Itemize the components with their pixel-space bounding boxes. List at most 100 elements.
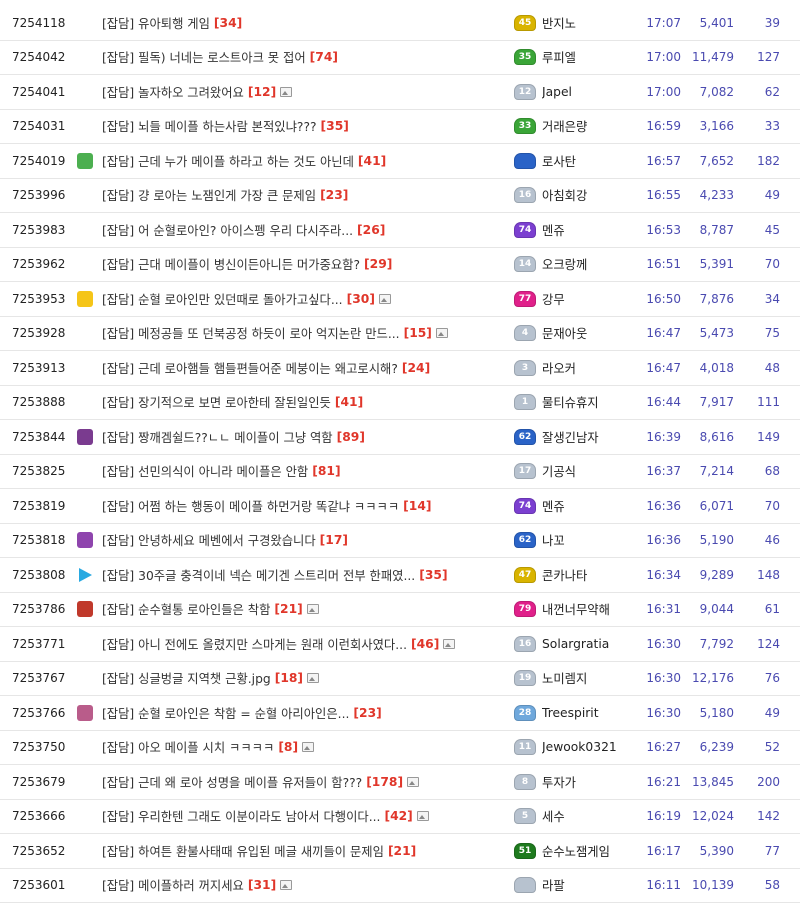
table-row[interactable]: 7254019[잡담] 근데 누가 메이플 하라고 하는 것도 아닌데[41]로… [0,144,800,179]
author-nickname[interactable]: 잘생긴남자 [542,420,642,454]
post-title-link[interactable]: [잡담] 하여튼 환불사태때 유입된 메글 새끼들이 문제임 [102,842,384,860]
comment-count[interactable]: [26] [357,223,385,237]
comment-count[interactable]: [46] [411,637,439,651]
post-title-cell[interactable]: [잡담] 짱깨겜쉴드??ㄴㄴ 메이플이 그냥 역함 [89] [102,420,500,454]
post-title-link[interactable]: [잡담] 근데 누가 메이플 하라고 하는 것도 아닌데 [102,152,354,170]
post-title-cell[interactable]: [잡담] 어 순혈로아인? 아이스펭 우리 다시주라...[26] [102,213,500,247]
post-title-link[interactable]: [잡담] 순혈 로아인만 있던때로 돌아가고싶다... [102,290,343,308]
post-title-cell[interactable]: [잡담] 우리한텐 그래도 이분이라도 남아서 다행이다... [42] [102,800,500,834]
post-title-link[interactable]: [잡담] 근데 로아햄들 햄들편들어준 메붕이는 왜고로시해? [102,359,398,377]
author-nickname[interactable]: 오크랑께 [542,248,642,282]
post-title-cell[interactable]: [잡담] 유아퇴행 게임 [34] [102,6,500,40]
comment-count[interactable]: [42] [384,809,412,823]
table-row[interactable]: 7253953[잡담] 순혈 로아인만 있던때로 돌아가고싶다...[30]77… [0,282,800,317]
author-nickname[interactable]: 물티슈휴지 [542,386,642,420]
comment-count[interactable]: [8] [278,740,298,754]
table-row[interactable]: 7253819[잡담] 어쩜 하는 행동이 메이플 하먼거랑 똑같냐 ㅋㅋㅋㅋ[… [0,489,800,524]
comment-count[interactable]: [41] [358,154,386,168]
post-title-cell[interactable]: [잡담] 근데 왜 로아 성명을 메이플 유저들이 함??? [178] [102,765,500,799]
author-nickname[interactable]: 루피엘 [542,41,642,75]
table-row[interactable]: 7253771[잡담] 아니 전에도 올렸지만 스마게는 원래 이런회사였다..… [0,627,800,662]
post-title-cell[interactable]: [잡담] 아오 메이플 시치 ㅋㅋㅋㅋ [8] [102,731,500,765]
post-title-cell[interactable]: [잡담] 싱글벙글 지역챗 근황.jpg [18] [102,662,500,696]
comment-count[interactable]: [178] [366,775,403,789]
author-nickname[interactable]: 아침회강 [542,179,642,213]
post-title-link[interactable]: [잡담] 짱깨겜쉴드??ㄴㄴ 메이플이 그냥 역함 [102,428,333,446]
table-row[interactable]: 7254118[잡담] 유아퇴행 게임[34]45반지노17:075,40139 [0,6,800,41]
comment-count[interactable]: [17] [320,533,348,547]
table-row[interactable]: 7253766[잡담] 순혈 로아인은 착함 = 순혈 아리아인은...[23]… [0,696,800,731]
table-row[interactable]: 7254031[잡담] 뇌들 메이플 하는사람 본적있냐???[35]33거래은… [0,110,800,145]
author-nickname[interactable]: 내껀너무약해 [542,593,642,627]
table-row[interactable]: 7253750[잡담] 아오 메이플 시치 ㅋㅋㅋㅋ[8]11Jewook032… [0,731,800,766]
comment-count[interactable]: [34] [214,16,242,30]
author-nickname[interactable]: 기공식 [542,455,642,489]
comment-count[interactable]: [24] [402,361,430,375]
post-title-cell[interactable]: [잡담] 장기적으로 보면 로아한테 잘된일인듯 [41] [102,386,500,420]
post-title-cell[interactable]: [잡담] 30주글 충격이네 넥슨 메기겐 스트리머 전부 한패였... [35] [102,558,500,592]
post-title-link[interactable]: [잡담] 메정공들 또 던북공정 하듯이 로아 억지논란 만드... [102,324,400,342]
table-row[interactable]: 7253601[잡담] 메이플하러 꺼지세요[31]라팔16:1110,1395… [0,869,800,903]
post-title-cell[interactable]: [잡담] 필독) 너네는 로스트아크 못 접어 [74] [102,41,500,75]
post-title-link[interactable]: [잡담] 안녕하세요 메벤에서 구경왔습니다 [102,531,316,549]
author-nickname[interactable]: 강무 [542,282,642,316]
post-title-link[interactable]: [잡담] 싱글벙글 지역챗 근황.jpg [102,669,271,687]
table-row[interactable]: 7253888[잡담] 장기적으로 보면 로아한테 잘된일인듯[41]1물티슈휴… [0,386,800,421]
post-title-link[interactable]: [잡담] 아오 메이플 시치 ㅋㅋㅋㅋ [102,738,274,756]
comment-count[interactable]: [35] [321,119,349,133]
comment-count[interactable]: [14] [403,499,431,513]
comment-count[interactable]: [74] [310,50,338,64]
comment-count[interactable]: [18] [275,671,303,685]
table-row[interactable]: 7253962[잡담] 근대 메이플이 병신이든아니든 머가중요함?[29]14… [0,248,800,283]
table-row[interactable]: 7254041[잡담] 놀자하오 그려왔어요[12]12Japel17:007,… [0,75,800,110]
comment-count[interactable]: [41] [335,395,363,409]
author-nickname[interactable]: 순수노잼게임 [542,834,642,868]
post-title-link[interactable]: [잡담] 유아퇴행 게임 [102,14,210,32]
table-row[interactable]: 7253913[잡담] 근데 로아햄들 햄들편들어준 메붕이는 왜고로시해?[2… [0,351,800,386]
post-title-cell[interactable]: [잡담] 아니 전에도 올렸지만 스마게는 원래 이런회사였다...[46] [102,627,500,661]
post-title-cell[interactable]: [잡담] 순수혈통 로아인들은 착함[21] [102,593,500,627]
author-nickname[interactable]: 라오커 [542,351,642,385]
post-title-cell[interactable]: [잡담] 순혈 로아인은 착함 = 순혈 아리아인은...[23] [102,696,500,730]
post-title-link[interactable]: [잡담] 어쩜 하는 행동이 메이플 하먼거랑 똑같냐 ㅋㅋㅋㅋ [102,497,399,515]
post-title-cell[interactable]: [잡담] 근데 로아햄들 햄들편들어준 메붕이는 왜고로시해? [24] [102,351,500,385]
post-title-cell[interactable]: [잡담] 선민의식이 아니라 메이플은 안함[81] [102,455,500,489]
table-row[interactable]: 7253844[잡담] 짱깨겜쉴드??ㄴㄴ 메이플이 그냥 역함[89]62잘생… [0,420,800,455]
author-nickname[interactable]: Solargratia [542,627,642,661]
post-title-cell[interactable]: [잡담] 근대 메이플이 병신이든아니든 머가중요함?[29] [102,248,500,282]
post-title-link[interactable]: [잡담] 순혈 로아인은 착함 = 순혈 아리아인은... [102,704,349,722]
author-nickname[interactable]: 나꼬 [542,524,642,558]
comment-count[interactable]: [21] [274,602,302,616]
author-nickname[interactable]: 노미렘지 [542,662,642,696]
post-title-link[interactable]: [잡담] 30주글 충격이네 넥슨 메기겐 스트리머 전부 한패였... [102,566,415,584]
post-title-link[interactable]: [잡담] 선민의식이 아니라 메이플은 안함 [102,462,308,480]
comment-count[interactable]: [30] [347,292,375,306]
comment-count[interactable]: [21] [388,844,416,858]
author-nickname[interactable]: Treespirit [542,696,642,730]
comment-count[interactable]: [35] [419,568,447,582]
post-title-cell[interactable]: [잡담] 뇌들 메이플 하는사람 본적있냐??? [35] [102,110,500,144]
post-title-cell[interactable]: [잡담] 순혈 로아인만 있던때로 돌아가고싶다... [30] [102,282,500,316]
post-title-link[interactable]: [잡담] 우리한텐 그래도 이분이라도 남아서 다행이다... [102,807,380,825]
post-title-cell[interactable]: [잡담] 메이플하러 꺼지세요[31] [102,869,500,903]
post-title-cell[interactable]: [잡담] 근데 누가 메이플 하라고 하는 것도 아닌데 [41] [102,144,500,178]
author-nickname[interactable]: 멘쥬 [542,489,642,523]
table-row[interactable]: 7253666[잡담] 우리한텐 그래도 이분이라도 남아서 다행이다...[4… [0,800,800,835]
post-title-link[interactable]: [잡담] 장기적으로 보면 로아한테 잘된일인듯 [102,393,331,411]
post-title-link[interactable]: [잡담] 근대 메이플이 병신이든아니든 머가중요함? [102,255,360,273]
table-row[interactable]: 7253996[잡담] 걍 로아는 노잼인게 가장 큰 문제임[23]16아침회… [0,179,800,214]
author-nickname[interactable]: 세수 [542,800,642,834]
post-title-cell[interactable]: [잡담] 놀자하오 그려왔어요[12] [102,75,500,109]
post-title-link[interactable]: [잡담] 필독) 너네는 로스트아크 못 접어 [102,48,306,66]
author-nickname[interactable]: 거래은량 [542,110,642,144]
author-nickname[interactable]: 멘쥬 [542,213,642,247]
table-row[interactable]: 7253983[잡담] 어 순혈로아인? 아이스펭 우리 다시주라...[26]… [0,213,800,248]
post-title-link[interactable]: [잡담] 뇌들 메이플 하는사람 본적있냐??? [102,117,317,135]
author-nickname[interactable]: 라팔 [542,869,642,903]
post-title-link[interactable]: [잡담] 근데 왜 로아 성명을 메이플 유저들이 함??? [102,773,362,791]
comment-count[interactable]: [15] [404,326,432,340]
author-nickname[interactable]: Japel [542,75,642,109]
author-nickname[interactable]: 투자가 [542,765,642,799]
comment-count[interactable]: [89] [337,430,365,444]
table-row[interactable]: 7253818[잡담] 안녕하세요 메벤에서 구경왔습니다[17]62나꼬16:… [0,524,800,559]
